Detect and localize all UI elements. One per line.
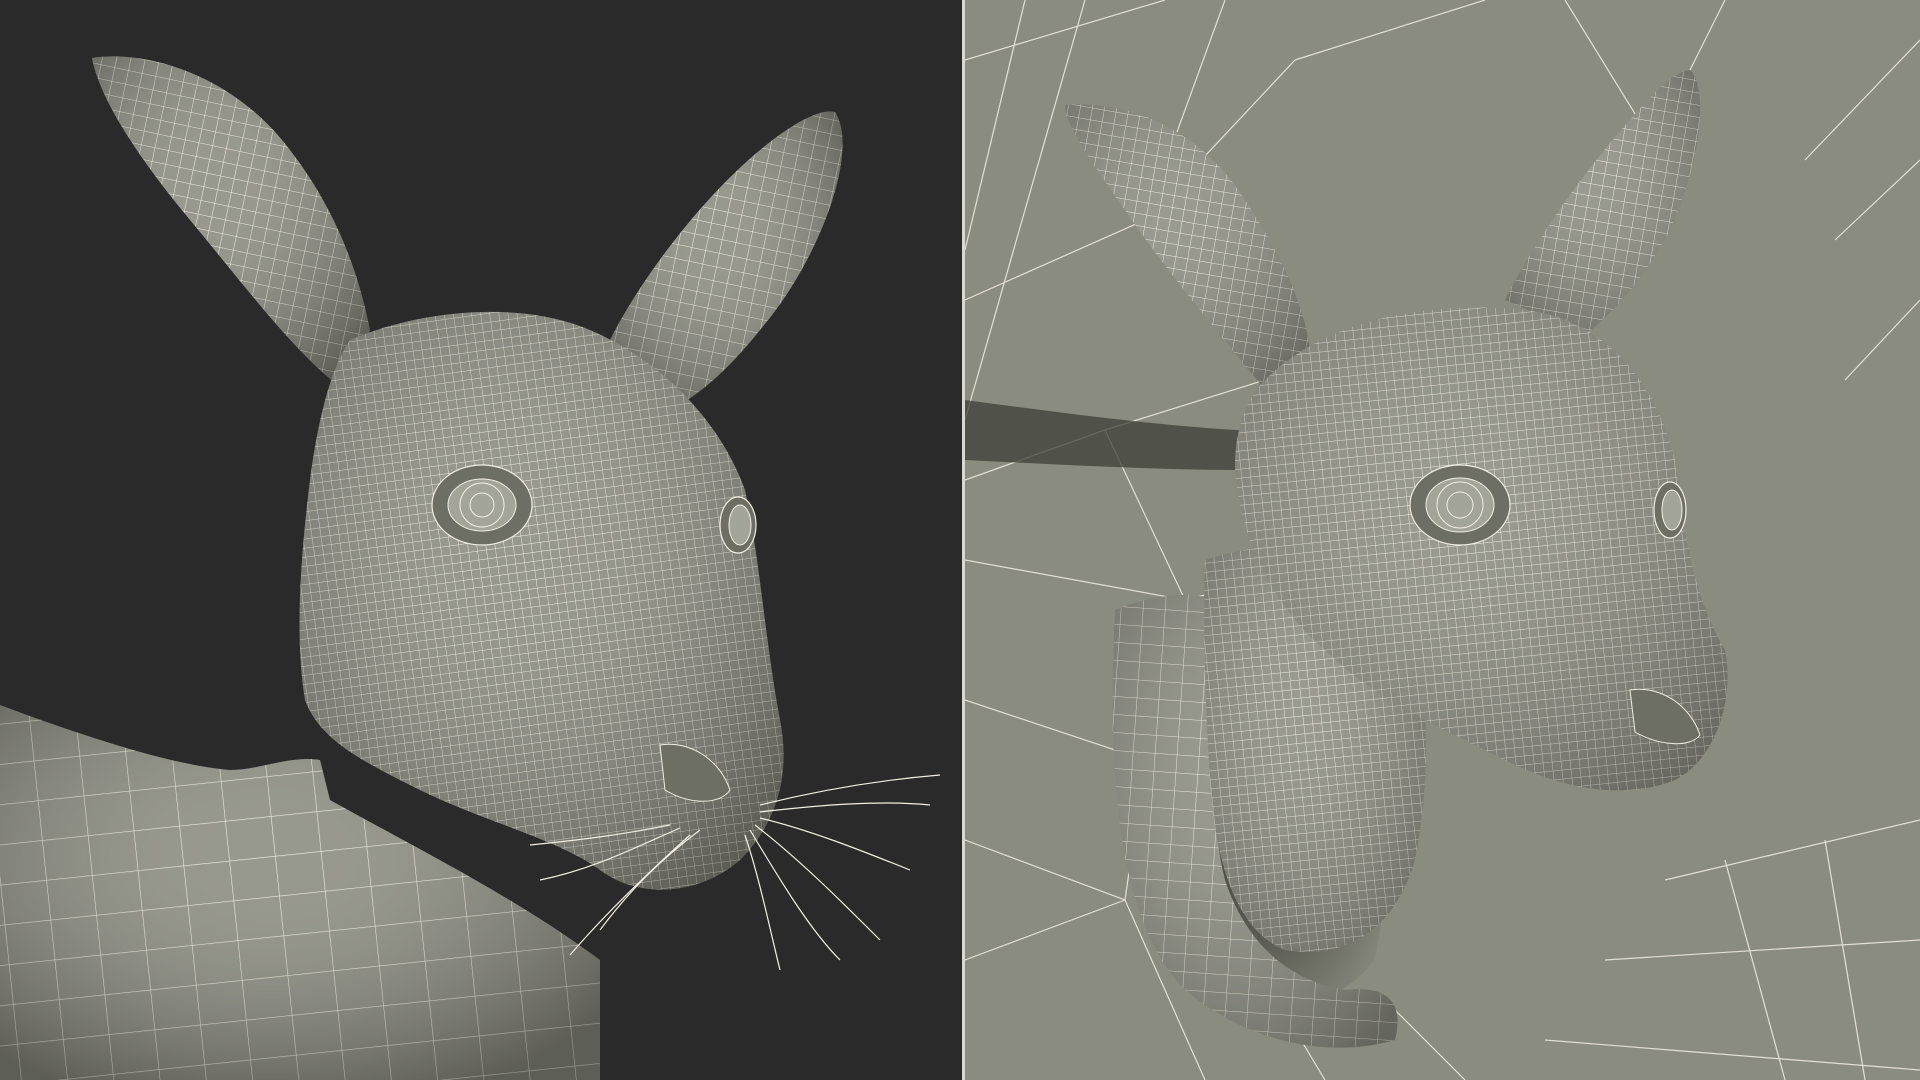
right-wireframe-render	[965, 0, 1920, 1080]
right-eye	[1653, 481, 1687, 539]
left-wireframe-render	[0, 0, 962, 1080]
left-render-panel	[0, 0, 962, 1080]
right-render-panel	[965, 0, 1920, 1080]
right-eye	[719, 496, 757, 554]
left-eye	[1409, 464, 1511, 546]
left-eye	[431, 464, 533, 546]
render-comparison	[0, 0, 1920, 1080]
